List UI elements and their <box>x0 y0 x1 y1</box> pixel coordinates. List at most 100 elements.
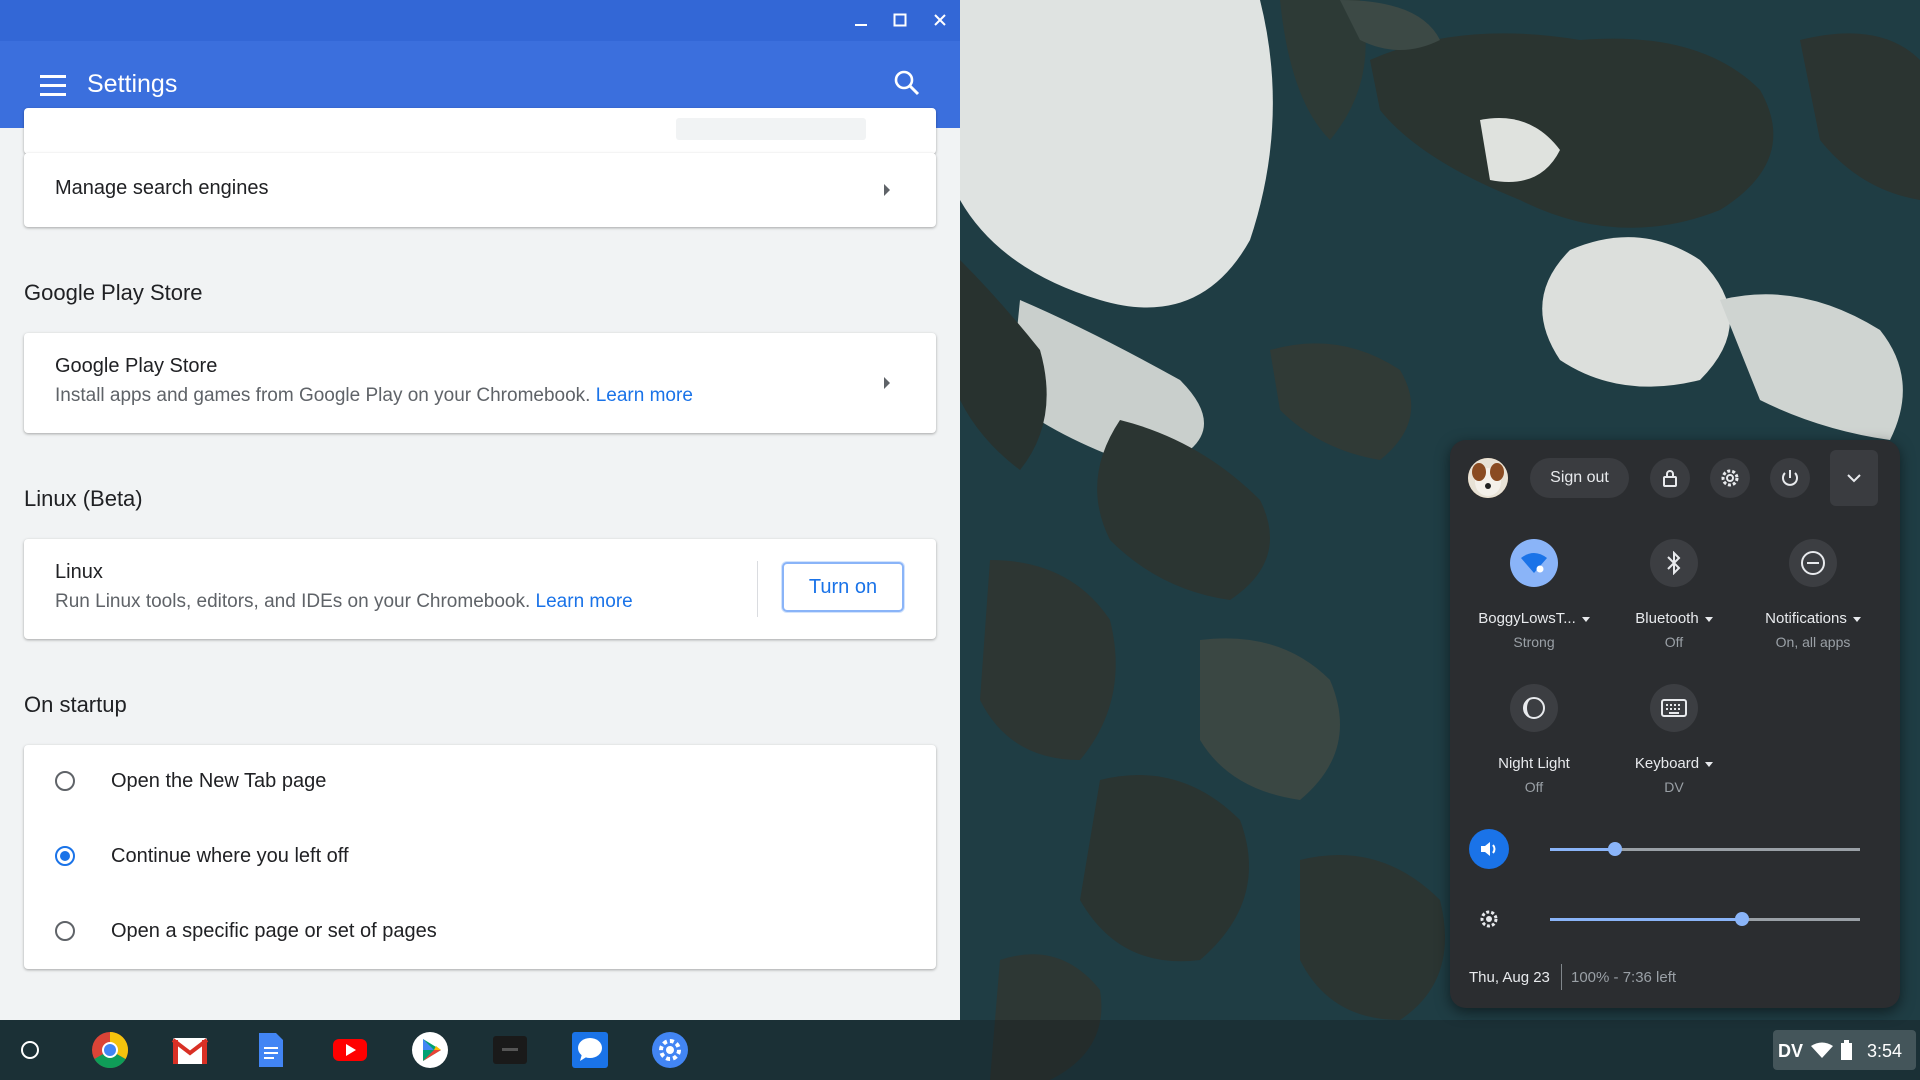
docs-icon <box>259 1033 283 1067</box>
play-store-app[interactable] <box>410 1030 450 1070</box>
keyboard-status: DV <box>1664 779 1684 795</box>
keyboard-icon <box>1661 699 1687 717</box>
launcher-icon <box>21 1041 39 1059</box>
bluetooth-label-text: Bluetooth <box>1635 610 1699 627</box>
notifications-label[interactable]: Notifications <box>1743 610 1883 627</box>
terminal-app[interactable] <box>490 1030 530 1070</box>
startup-option-label: Open the New Tab page <box>111 770 327 792</box>
volume-slider-thumb[interactable] <box>1608 842 1623 856</box>
maximize-icon <box>893 13 907 27</box>
notifications-toggle[interactable] <box>1789 539 1837 587</box>
power-button[interactable] <box>1770 458 1810 498</box>
collapse-button[interactable] <box>1830 450 1878 506</box>
startup-option-label: Open a specific page or set of pages <box>111 920 437 942</box>
keyboard-label[interactable]: Keyboard <box>1604 755 1744 772</box>
lock-icon <box>1663 470 1677 487</box>
settings-window: Settings Manage search engines Google Pl… <box>0 0 960 1020</box>
dropdown-caret-icon <box>1704 616 1713 622</box>
startup-card: Open the New Tab page Continue where you… <box>24 745 936 969</box>
linux-description-text: Run Linux tools, editors, and IDEs on yo… <box>55 591 531 612</box>
bluetooth-toggle[interactable] <box>1650 539 1698 587</box>
sign-out-button[interactable]: Sign out <box>1530 458 1629 498</box>
do-not-disturb-icon <box>1801 551 1825 575</box>
battery-status: 100% - 7:36 left <box>1571 969 1677 986</box>
chevron-right-icon <box>884 184 890 196</box>
brightness-slider-thumb[interactable] <box>1735 912 1750 926</box>
keyboard-label-text: Keyboard <box>1634 755 1700 772</box>
section-title-startup: On startup <box>24 692 127 717</box>
linux-learn-more-link[interactable]: Learn more <box>536 591 633 612</box>
divider <box>757 561 758 617</box>
youtube-icon <box>333 1039 367 1061</box>
play-store-description-text: Install apps and games from Google Play … <box>55 385 591 406</box>
window-titlebar <box>0 0 960 41</box>
power-icon <box>1782 470 1798 486</box>
night-light-label: Night Light <box>1498 755 1570 772</box>
launcher-button[interactable] <box>10 1030 50 1070</box>
menu-icon[interactable] <box>36 71 70 99</box>
night-light-toggle[interactable] <box>1510 684 1558 732</box>
wifi-status: Strong <box>1513 634 1555 650</box>
ime-indicator: DV <box>1778 1041 1804 1061</box>
search-icon <box>894 70 920 96</box>
terminal-icon <box>493 1036 527 1064</box>
clock: 3:54 <box>1867 1041 1903 1061</box>
radio-button[interactable] <box>55 771 75 791</box>
settings-app[interactable] <box>650 1030 690 1070</box>
notifications-label-text: Notifications <box>1765 610 1847 627</box>
bluetooth-status: Off <box>1664 634 1684 650</box>
search-engine-select[interactable] <box>676 118 866 140</box>
shelf <box>0 1020 1920 1080</box>
wifi-label[interactable]: BoggyLowsT... <box>1464 610 1604 627</box>
section-title-play-store: Google Play Store <box>24 280 203 305</box>
avatar[interactable] <box>1468 458 1508 498</box>
volume-button[interactable] <box>1469 829 1509 869</box>
chrome-app[interactable] <box>90 1030 130 1070</box>
dropdown-caret-icon <box>1581 616 1590 622</box>
settings-icon <box>652 1032 688 1068</box>
minimize-button[interactable] <box>845 6 877 34</box>
battery-icon <box>1841 1040 1852 1060</box>
keyboard-toggle[interactable] <box>1650 684 1698 732</box>
chevron-down-icon <box>1847 474 1861 483</box>
status-area[interactable]: DV 3:54 <box>1773 1030 1916 1070</box>
linux-description: Run Linux tools, editors, and IDEs on yo… <box>55 591 633 613</box>
brightness-button[interactable] <box>1469 899 1509 939</box>
bluetooth-label[interactable]: Bluetooth <box>1604 610 1744 627</box>
night-light-status: Off <box>1524 779 1544 795</box>
linux-turn-on-button[interactable]: Turn on <box>782 562 904 612</box>
brightness-slider-fill <box>1550 918 1743 921</box>
wifi-icon <box>1521 553 1547 573</box>
gmail-app[interactable] <box>170 1030 210 1070</box>
messages-app[interactable] <box>570 1030 610 1070</box>
volume-slider-fill <box>1550 848 1616 851</box>
play-store-description: Install apps and games from Google Play … <box>55 385 693 407</box>
settings-content: Manage search engines Google Play Store … <box>0 108 960 1020</box>
maximize-button[interactable] <box>884 6 916 34</box>
date-label[interactable]: Thu, Aug 23 <box>1469 969 1550 986</box>
play-store-icon <box>412 1032 448 1068</box>
notifications-status: On, all apps <box>1775 634 1851 650</box>
system-tray-bubble: Sign out BoggyLowsT... Strong Bluetooth … <box>1450 440 1900 1008</box>
play-store-learn-more-link[interactable]: Learn more <box>596 385 693 406</box>
minimize-icon <box>855 24 867 26</box>
settings-button[interactable] <box>1710 458 1750 498</box>
wifi-icon <box>1811 1042 1833 1058</box>
user-avatar-icon <box>1468 458 1508 498</box>
docs-app[interactable] <box>250 1030 290 1070</box>
youtube-app[interactable] <box>330 1030 370 1070</box>
chevron-right-icon <box>884 377 890 389</box>
chrome-icon <box>92 1032 129 1069</box>
dropdown-caret-icon <box>1852 616 1861 622</box>
gmail-icon <box>171 1038 209 1064</box>
play-store-card[interactable]: Google Play Store Install apps and games… <box>24 333 936 433</box>
radio-button[interactable] <box>55 921 75 941</box>
search-button[interactable] <box>888 63 928 103</box>
lock-button[interactable] <box>1650 458 1690 498</box>
radio-button-selected[interactable] <box>55 846 75 866</box>
manage-search-engines-row[interactable]: Manage search engines <box>24 153 936 227</box>
wifi-toggle[interactable] <box>1510 539 1558 587</box>
section-title-linux: Linux (Beta) <box>24 486 143 511</box>
night-light-icon <box>1523 697 1545 719</box>
close-button[interactable] <box>924 6 956 34</box>
